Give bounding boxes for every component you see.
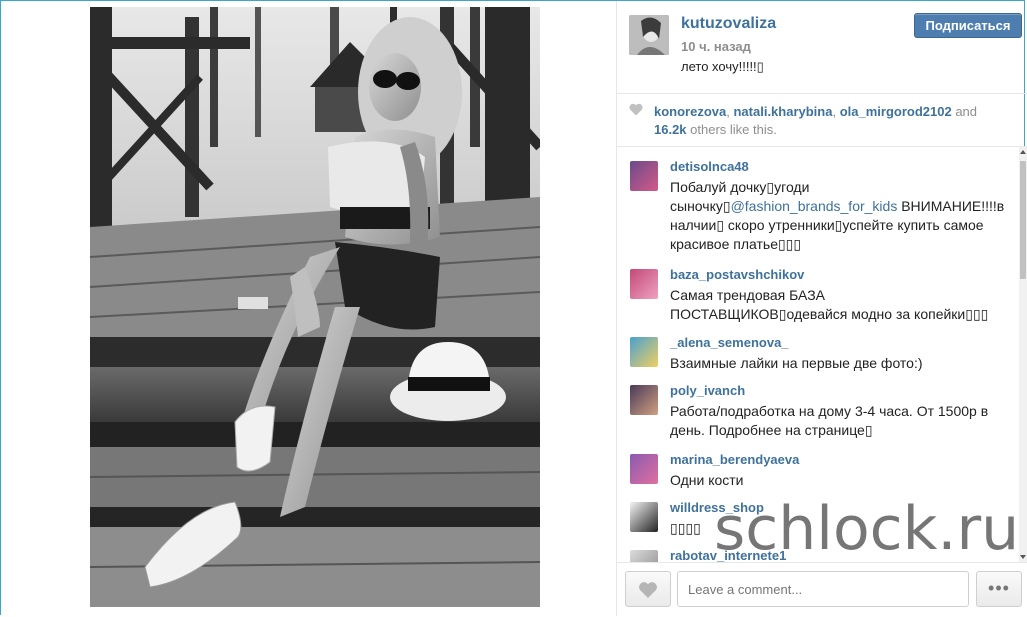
comment-username[interactable]: marina_berendyaeva <box>670 452 799 467</box>
scroll-up-arrow-icon[interactable] <box>1019 147 1027 157</box>
post-photo[interactable] <box>90 7 540 607</box>
post-header: kutuzovaliza 10 ч. назад лето хочу!!!!!▯… <box>617 1 1027 94</box>
follow-button[interactable]: Подписаться <box>914 13 1022 38</box>
post-username[interactable]: kutuzovaliza <box>681 15 776 33</box>
likes-section: konorezova, natali.kharybina, ola_mirgor… <box>617 93 1027 147</box>
comment-text: Работа/подработка на дому 3-4 часа. От 1… <box>670 403 989 438</box>
comment-username[interactable]: detisolnca48 <box>670 159 749 174</box>
likes-and: and <box>951 104 978 119</box>
avatar[interactable] <box>630 502 658 532</box>
comment-username[interactable]: _alena_semenova_ <box>670 335 789 350</box>
avatar[interactable] <box>630 454 658 484</box>
heart-icon <box>629 103 643 116</box>
comment-input[interactable] <box>677 571 969 607</box>
comment-footer: ••• <box>617 562 1027 617</box>
comment-text: Побалуй дочку▯угоди сыночку▯@fashion_bra… <box>670 178 1005 254</box>
likes-text: konorezova, natali.kharybina, ola_mirgor… <box>654 103 994 139</box>
liker-link[interactable]: ola_mirgorod2102 <box>840 104 952 119</box>
scroll-thumb[interactable] <box>1020 161 1026 279</box>
heart-icon <box>639 582 657 598</box>
avatar[interactable] <box>630 161 658 191</box>
like-button[interactable] <box>625 571 671 607</box>
scroll-down-arrow-icon[interactable] <box>1019 552 1027 562</box>
avatar-image <box>629 15 669 55</box>
comment-username[interactable]: poly_ivanch <box>670 383 745 398</box>
avatar[interactable] <box>630 269 658 299</box>
comments-scrollbar[interactable] <box>1019 147 1027 562</box>
avatar[interactable] <box>630 385 658 415</box>
comment-text: Одни кости <box>670 472 744 488</box>
photo-area <box>1 1 616 616</box>
more-options-button[interactable]: ••• <box>976 571 1022 607</box>
watermark: schlock.ru <box>714 494 1020 564</box>
likes-count[interactable]: 16.2k <box>654 122 687 137</box>
comment-text: Самая трендовая БАЗА ПОСТАВЩИКОВ▯одевайс… <box>670 287 989 322</box>
comment-username[interactable]: baza_postavshchikov <box>670 267 804 282</box>
post-caption: лето хочу!!!!!▯ <box>681 59 764 74</box>
mention-link[interactable]: @fashion_brands_for_kids <box>731 198 898 214</box>
likes-separator: , <box>832 104 840 119</box>
likes-others: others like this. <box>686 122 777 137</box>
liker-link[interactable]: natali.kharybina <box>733 104 832 119</box>
liker-link[interactable]: konorezova <box>654 104 726 119</box>
avatar[interactable] <box>629 15 669 55</box>
avatar[interactable] <box>630 337 658 367</box>
avatar[interactable] <box>630 550 658 562</box>
comment-text: Взаимные лайки на первые две фото:) <box>670 355 923 371</box>
post-timestamp[interactable]: 10 ч. назад <box>681 39 751 54</box>
photo-illustration <box>90 7 540 607</box>
